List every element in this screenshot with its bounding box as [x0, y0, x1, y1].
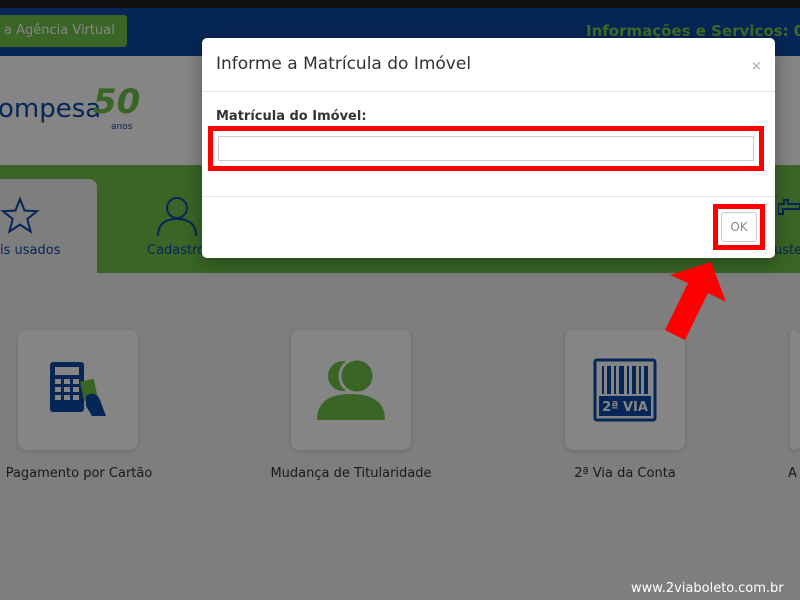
- modal-divider-top: [202, 91, 775, 92]
- matricula-field-highlight: [208, 126, 764, 171]
- watermark: www.2viaboleto.com.br: [631, 581, 784, 596]
- modal-title: Informe a Matrícula do Imóvel: [216, 54, 472, 74]
- modal-divider-bottom: [202, 196, 775, 197]
- matricula-modal: Informe a Matrícula do Imóvel × Matrícul…: [202, 38, 775, 258]
- matricula-label: Matrícula do Imóvel:: [216, 109, 367, 124]
- ok-button[interactable]: OK: [721, 212, 757, 242]
- ok-button-highlight: OK: [713, 204, 765, 250]
- matricula-input[interactable]: [218, 136, 754, 161]
- close-icon[interactable]: ×: [751, 59, 762, 74]
